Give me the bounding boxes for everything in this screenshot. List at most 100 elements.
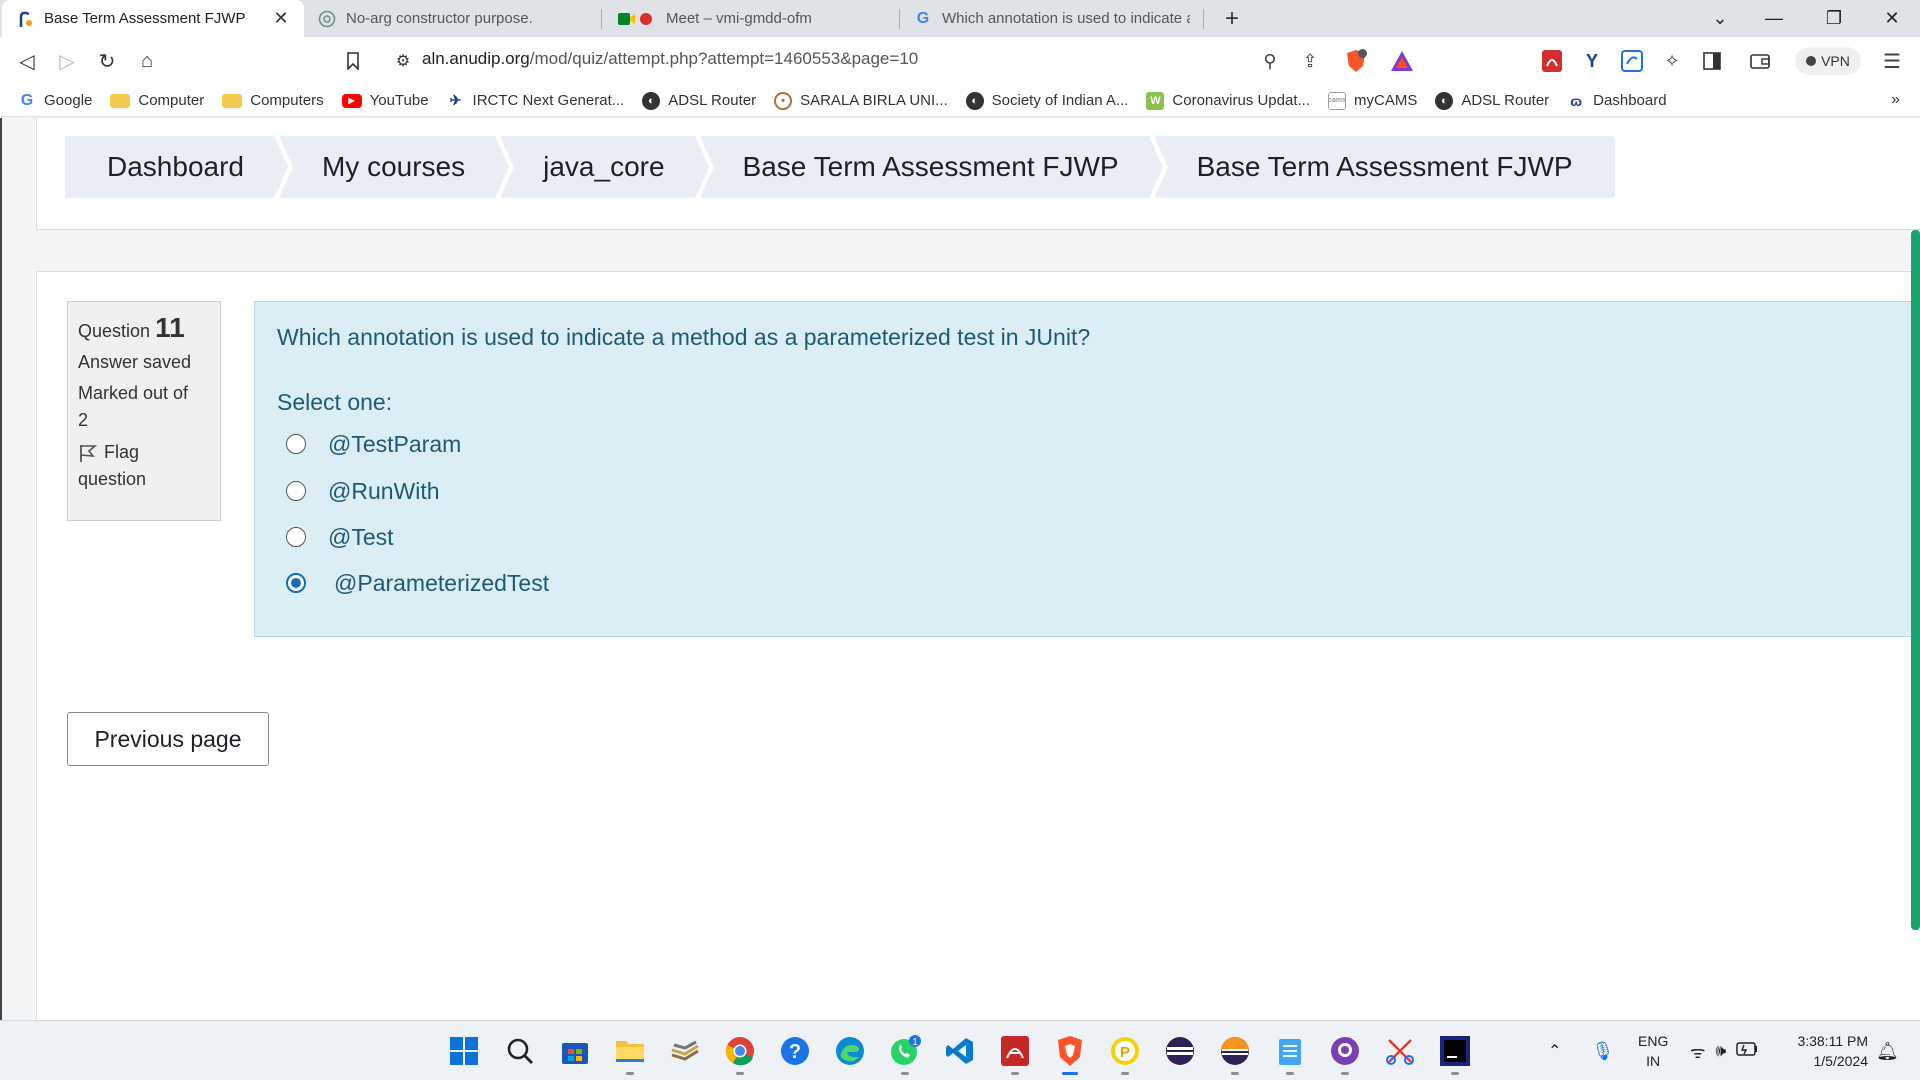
breadcrumb-item-course[interactable]: java_core bbox=[501, 136, 714, 198]
stack-icon[interactable] bbox=[667, 1033, 703, 1069]
bookmark-page-icon[interactable] bbox=[338, 46, 368, 76]
radio-button[interactable] bbox=[286, 434, 306, 454]
address-bar[interactable]: aln.anudip.org/mod/quiz/attempt.php?atte… bbox=[422, 49, 918, 69]
breadcrumb-item-my-courses[interactable]: My courses bbox=[279, 136, 515, 198]
flag-question-link[interactable]: Flag bbox=[78, 439, 210, 466]
breadcrumb-item-dashboard[interactable]: Dashboard bbox=[65, 136, 293, 198]
breadcrumb-item-section[interactable]: Base Term Assessment FJWP bbox=[700, 136, 1168, 198]
vscode-icon[interactable] bbox=[942, 1033, 978, 1069]
sidebar-icon[interactable] bbox=[1698, 47, 1726, 75]
option-label: @RunWith bbox=[328, 477, 440, 504]
question-info-panel: Question 11 Answer saved Marked out of 2… bbox=[67, 301, 221, 521]
browser-tab[interactable]: G Which annotation is used to indicate a bbox=[900, 0, 1202, 37]
chatgpt-icon bbox=[318, 10, 336, 28]
window-edge bbox=[0, 118, 2, 1020]
meet-icon bbox=[616, 10, 656, 28]
microsoft-store-icon[interactable] bbox=[557, 1033, 593, 1069]
close-tab-icon[interactable]: ✕ bbox=[270, 8, 292, 30]
system-clock[interactable]: 3:38:11 PM 1/5/2024 bbox=[1797, 1031, 1868, 1071]
radio-button[interactable] bbox=[286, 481, 306, 501]
bookmark-adsl-router[interactable]: ◐ ADSL Router bbox=[642, 91, 756, 110]
answer-option[interactable]: @RunWith bbox=[286, 476, 440, 506]
wallet-icon[interactable] bbox=[1746, 47, 1774, 75]
notepad-icon[interactable] bbox=[1272, 1033, 1308, 1075]
microphone-icon[interactable]: 🎙︎ bbox=[1591, 1041, 1614, 1062]
show-hidden-icons-chevron-icon[interactable]: ⌃ bbox=[1548, 1041, 1561, 1061]
github-icon[interactable] bbox=[1327, 1033, 1363, 1075]
home-icon[interactable]: ⌂ bbox=[132, 46, 162, 76]
bookmark-irctc[interactable]: ✈ IRCTC Next Generat... bbox=[447, 92, 625, 110]
windows-start-icon[interactable] bbox=[446, 1033, 482, 1069]
forward-icon[interactable]: ▷ bbox=[52, 46, 82, 76]
answer-option[interactable]: @Test bbox=[286, 522, 394, 552]
acrobat-extension-icon[interactable] bbox=[1538, 47, 1566, 75]
bookmark-computers[interactable]: Computers bbox=[222, 92, 324, 109]
bookmark-computer[interactable]: Computer bbox=[110, 92, 204, 109]
minimize-icon[interactable]: — bbox=[1746, 0, 1802, 37]
bookmark-label: myCAMS bbox=[1354, 92, 1418, 109]
running-indicator bbox=[736, 1072, 744, 1075]
intellij-icon[interactable] bbox=[1437, 1033, 1473, 1075]
language-line2: IN bbox=[1646, 1053, 1661, 1069]
page-scrollbar[interactable] bbox=[1911, 230, 1920, 930]
tab-search-chevron-icon[interactable]: ⌄ bbox=[1692, 0, 1748, 37]
language-indicator[interactable]: ENG IN bbox=[1638, 1031, 1668, 1071]
pdf-reader-icon[interactable]: P bbox=[1107, 1033, 1143, 1075]
answer-option-selected[interactable]: @ParameterizedTest bbox=[286, 568, 549, 598]
browser-tab-active[interactable]: Base Term Assessment FJWP ✕ bbox=[2, 0, 304, 37]
vpn-button[interactable]: VPN bbox=[1795, 47, 1861, 75]
sync-extension-icon[interactable] bbox=[1618, 47, 1646, 75]
answer-option[interactable]: @TestParam bbox=[286, 429, 461, 459]
reload-icon[interactable]: ↻ bbox=[92, 46, 122, 76]
browser-tab[interactable]: No-arg constructor purpose. bbox=[304, 0, 600, 37]
edge-icon[interactable] bbox=[832, 1033, 868, 1069]
google-icon: G bbox=[20, 91, 34, 109]
breadcrumb-label: Base Term Assessment FJWP bbox=[1196, 151, 1573, 182]
volume-icon: 🕪 bbox=[1715, 1041, 1727, 1060]
vpn-extension-icon[interactable]: Y bbox=[1578, 47, 1606, 75]
bookmark-dashboard[interactable]: ɷ Dashboard bbox=[1567, 92, 1666, 110]
acrobat-icon[interactable] bbox=[997, 1033, 1033, 1075]
new-tab-button[interactable]: + bbox=[1217, 4, 1247, 34]
bookmark-society-indian[interactable]: ◐ Society of Indian A... bbox=[965, 91, 1128, 110]
brave-icon[interactable] bbox=[1052, 1033, 1088, 1075]
status-icons[interactable]: ᯤ 🕪 bbox=[1690, 1021, 1758, 1080]
close-window-icon[interactable]: ✕ bbox=[1864, 0, 1920, 37]
bookmark-coronavirus[interactable]: W Coronavirus Updat... bbox=[1146, 91, 1310, 110]
share-icon[interactable]: ⇪ bbox=[1296, 47, 1324, 75]
whatsapp-icon[interactable]: 1 bbox=[887, 1033, 923, 1075]
menu-icon[interactable]: ☰ bbox=[1878, 47, 1906, 75]
previous-page-button[interactable]: Previous page bbox=[67, 712, 269, 766]
bookmark-mycams[interactable]: cams myCAMS bbox=[1328, 91, 1418, 110]
running-indicator bbox=[1451, 1072, 1459, 1075]
brave-rewards-icon[interactable] bbox=[1388, 47, 1416, 75]
bookmark-sarala-birla[interactable]: • SARALA BIRLA UNI... bbox=[774, 91, 948, 110]
question-text: Which annotation is used to indicate a m… bbox=[277, 324, 1091, 350]
bookmark-adsl-router-2[interactable]: ◐ ADSL Router bbox=[1435, 91, 1549, 110]
zoom-icon[interactable]: ⚲ bbox=[1256, 47, 1284, 75]
eclipse-icon[interactable] bbox=[1162, 1033, 1198, 1069]
radio-button-selected[interactable] bbox=[286, 573, 306, 593]
moodle-icon: ɷ bbox=[1570, 92, 1583, 109]
file-explorer-icon[interactable] bbox=[612, 1033, 648, 1075]
chrome-icon[interactable] bbox=[722, 1033, 758, 1075]
notification-bell-icon[interactable]: 🔔︎ bbox=[1876, 1021, 1899, 1080]
tab-title: Which annotation is used to indicate a bbox=[942, 10, 1190, 27]
radio-button[interactable] bbox=[286, 527, 306, 547]
bookmark-google[interactable]: G Google bbox=[18, 91, 93, 110]
brave-shields-icon[interactable] bbox=[1342, 47, 1370, 75]
breadcrumb-arrow bbox=[495, 136, 510, 198]
globe-icon: ◐ bbox=[1435, 91, 1454, 110]
browser-tab[interactable]: Meet – vmi-gmdd-ofm bbox=[602, 0, 898, 37]
site-settings-icon[interactable]: ⚙ bbox=[388, 46, 418, 76]
breadcrumb-item-quiz[interactable]: Base Term Assessment FJWP bbox=[1154, 136, 1615, 198]
eclipse-alt-icon[interactable] bbox=[1217, 1033, 1253, 1075]
snipping-icon[interactable] bbox=[1382, 1033, 1418, 1069]
back-icon[interactable]: ◁ bbox=[12, 46, 42, 76]
more-bookmarks-icon[interactable]: » bbox=[1891, 91, 1900, 109]
restore-icon[interactable]: ❐ bbox=[1806, 0, 1862, 37]
bookmark-youtube[interactable]: ▶ YouTube bbox=[341, 92, 429, 109]
extensions-icon[interactable]: ✧ bbox=[1658, 47, 1686, 75]
help-icon[interactable]: ? bbox=[777, 1033, 813, 1069]
search-icon[interactable] bbox=[502, 1033, 538, 1069]
